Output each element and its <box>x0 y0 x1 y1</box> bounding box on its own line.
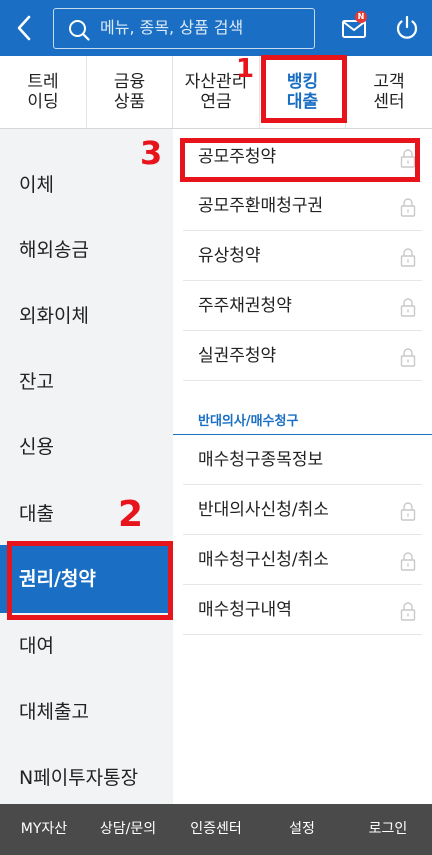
menu-item-fx-transfer[interactable]: 외화이체 <box>0 283 173 349</box>
lock-icon <box>400 602 416 621</box>
submenu-label: 매수청구종목정보 <box>198 450 324 470</box>
annotation-number: 2 <box>118 494 144 535</box>
app-header: 메뉴, 종목, 상품 검색 N <box>0 0 432 56</box>
submenu-label: 매수청구신청/취소 <box>198 550 329 570</box>
search-icon <box>69 20 90 41</box>
tab-customer-center[interactable]: 고객 센터 <box>346 56 432 128</box>
lock-icon <box>400 502 416 521</box>
left-menu: 이체 해외송금 외화이체 잔고 신용 대출 권리/청약 대여 대체출고 N페이투… <box>0 129 173 804</box>
menu-item-balance[interactable]: 잔고 <box>0 349 173 415</box>
lock-icon <box>400 298 416 317</box>
section-title: 반대의사/매수청구 <box>173 402 432 435</box>
bottom-nav-certificate[interactable]: 인증센터 <box>174 804 258 855</box>
lock-icon <box>400 552 416 571</box>
highlight-box-menu <box>7 541 173 620</box>
lock-icon <box>400 348 416 367</box>
submenu-item-appraisal-request[interactable]: 매수청구신청/취소 <box>183 536 422 585</box>
submenu-item-forfeited-shares[interactable]: 실권주청약 <box>183 332 422 381</box>
submenu-label: 공모주환매청구권 <box>198 196 324 216</box>
back-icon[interactable] <box>12 14 38 42</box>
submenu-item-dissent-request[interactable]: 반대의사신청/취소 <box>183 486 422 535</box>
tab-label: 고객 센터 <box>373 72 405 112</box>
submenu-item-appraisal-history[interactable]: 매수청구내역 <box>183 586 422 635</box>
submenu-item-shareholder-bond[interactable]: 주주채권청약 <box>183 282 422 331</box>
menu-item-transfer-out[interactable]: 대체출고 <box>0 679 173 745</box>
submenu-label: 반대의사신청/취소 <box>198 500 329 520</box>
section-title-label: 반대의사/매수청구 <box>198 414 299 429</box>
bottom-nav-login[interactable]: 로그인 <box>348 804 428 855</box>
submenu-item-rights-offering[interactable]: 유상청약 <box>183 232 422 281</box>
search-placeholder: 메뉴, 종목, 상품 검색 <box>100 18 244 37</box>
menu-item-lending[interactable]: 대여 <box>0 613 173 679</box>
notification-badge: N <box>355 11 367 23</box>
lock-icon <box>400 248 416 267</box>
menu-item-loan[interactable]: 대출 <box>0 481 173 547</box>
annotation-number: 3 <box>140 134 163 172</box>
menu-item-overseas-remittance[interactable]: 해외송금 <box>0 217 173 283</box>
submenu-item-appraisal-info[interactable]: 매수청구종목정보 <box>183 436 422 485</box>
annotation-number: 1 <box>236 54 255 84</box>
tab-trading[interactable]: 트레 이딩 <box>0 56 87 128</box>
tab-label: 트레 이딩 <box>27 72 59 112</box>
highlight-box-submenu <box>180 138 420 182</box>
bottom-nav-bar: MY자산 상담/문의 인증센터 설정 로그인 <box>0 804 432 855</box>
category-tabs: 트레 이딩 금융 상품 자산관리 연금 뱅킹 대출 고객 센터 <box>0 56 432 129</box>
bottom-nav-my-assets[interactable]: MY자산 <box>4 804 84 855</box>
submenu-panel: 공모주청약 공모주환매청구권 유상청약 주주채권청약 실권주청약 반대의사/매수… <box>173 129 432 804</box>
submenu-label: 실권주청약 <box>198 346 277 366</box>
submenu-item-ipo-putback[interactable]: 공모주환매청구권 <box>183 182 422 231</box>
menu-item-npay-account[interactable]: N페이투자통장 <box>0 745 173 811</box>
bottom-nav-consult[interactable]: 상담/문의 <box>88 804 168 855</box>
search-input[interactable]: 메뉴, 종목, 상품 검색 <box>53 8 315 49</box>
power-icon[interactable] <box>393 13 421 43</box>
submenu-label: 주주채권청약 <box>198 296 292 316</box>
submenu-label: 유상청약 <box>198 246 261 266</box>
lock-icon <box>400 198 416 217</box>
tab-label: 금융 상품 <box>113 72 146 112</box>
bottom-nav-settings[interactable]: 설정 <box>262 804 342 855</box>
tab-financial-products[interactable]: 금융 상품 <box>87 56 173 128</box>
submenu-label: 매수청구내역 <box>198 600 292 620</box>
highlight-box-tab <box>261 55 347 123</box>
menu-item-credit[interactable]: 신용 <box>0 414 173 480</box>
